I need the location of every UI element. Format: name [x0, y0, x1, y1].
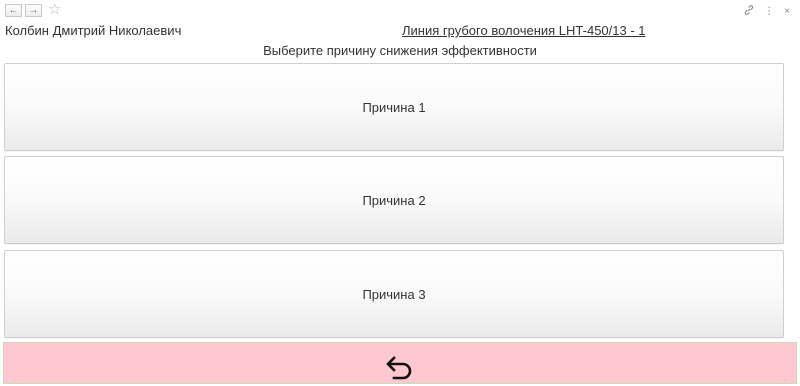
close-icon[interactable]: × [784, 6, 790, 17]
production-line-link[interactable]: Линия грубого волочения LHT-450/13 - 1 [402, 23, 646, 38]
reason-1-button[interactable]: Причина 1 [4, 63, 784, 151]
page-prompt: Выберите причину снижения эффективности [263, 43, 537, 58]
user-name: Колбин Дмитрий Николаевич [5, 23, 182, 38]
arrow-right-icon: → [28, 4, 39, 16]
back-button[interactable] [3, 342, 797, 384]
window-tools: ⋮ × [744, 5, 790, 18]
reason-3-label: Причина 3 [362, 286, 426, 302]
link-icon[interactable] [744, 5, 754, 18]
window-toolbar: ← → ☆ ⋮ × [0, 0, 800, 22]
navigation-buttons: ← → [5, 4, 42, 17]
undo-arrow-icon [385, 353, 415, 386]
reason-2-label: Причина 2 [362, 192, 426, 208]
star-icon[interactable]: ☆ [48, 2, 61, 17]
header-row: Колбин Дмитрий Николаевич Линия грубого … [0, 23, 800, 41]
forward-nav-button[interactable]: → [25, 4, 42, 17]
reason-2-button[interactable]: Причина 2 [4, 156, 784, 244]
reason-3-button[interactable]: Причина 3 [4, 250, 784, 338]
vertical-dots-icon[interactable]: ⋮ [764, 6, 774, 17]
reason-1-label: Причина 1 [362, 99, 426, 115]
arrow-left-icon: ← [8, 4, 19, 16]
back-nav-button[interactable]: ← [5, 4, 22, 17]
